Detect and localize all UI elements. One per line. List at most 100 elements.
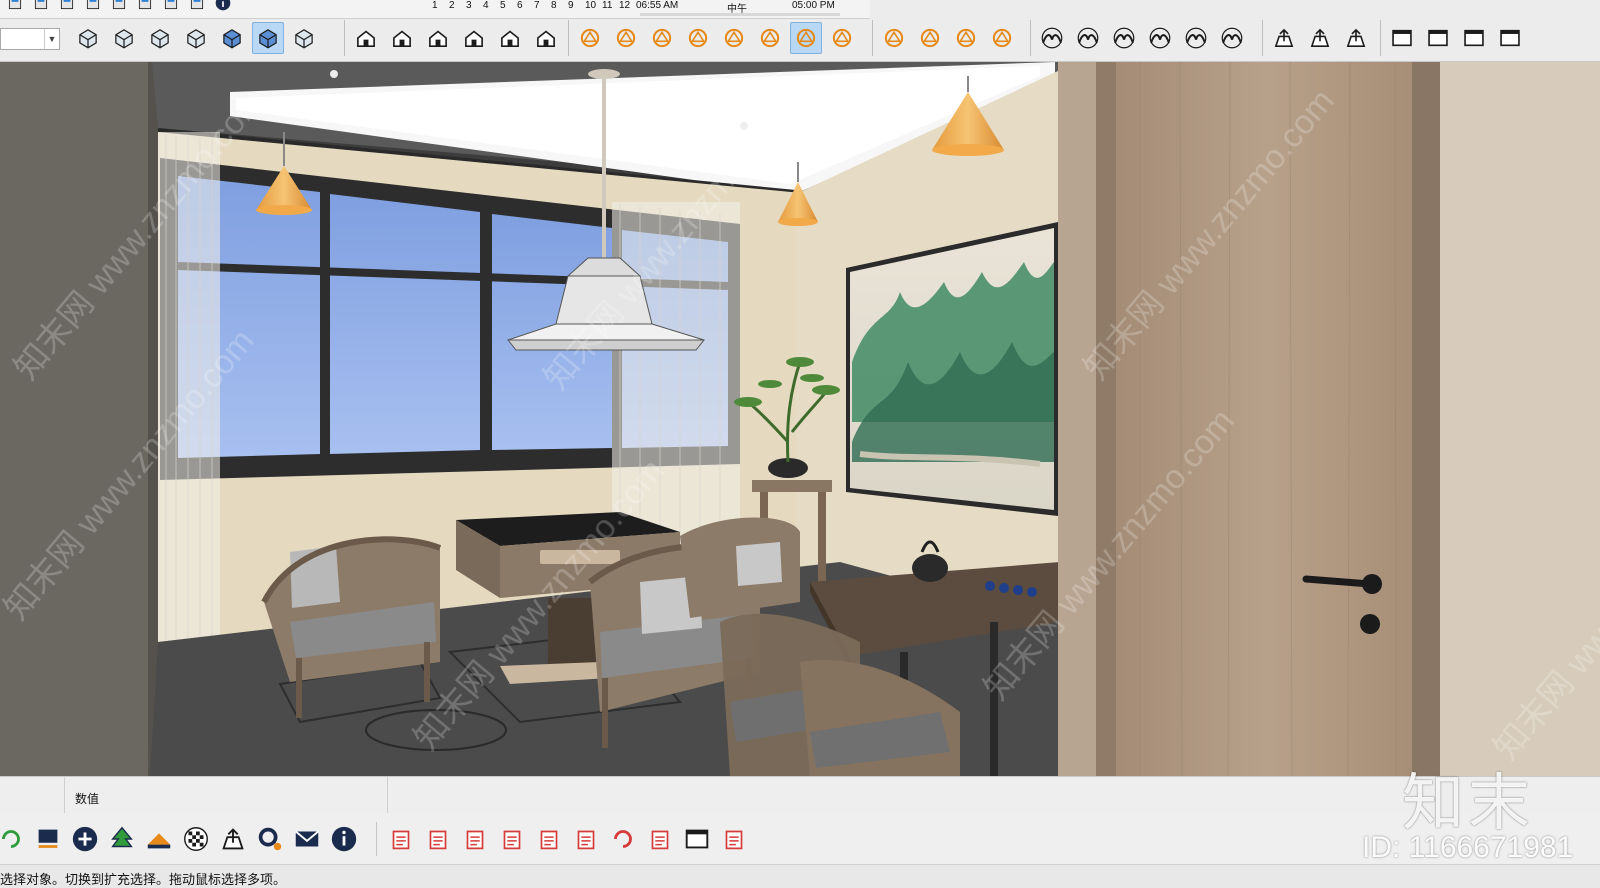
copy-button[interactable] — [56, 0, 78, 14]
scene-number[interactable]: 11 — [602, 0, 612, 12]
left-view-icon — [533, 25, 559, 51]
scene-number[interactable]: 12 — [619, 0, 630, 12]
sandbox-smoove-icon — [1111, 25, 1137, 51]
section-fill-button[interactable] — [986, 22, 1018, 54]
solid-tools-button[interactable] — [790, 22, 822, 54]
document-export-button[interactable] — [680, 822, 714, 856]
scene-number[interactable]: 8 — [551, 0, 557, 12]
scene-number[interactable]: 9 — [568, 0, 574, 12]
layers-button[interactable] — [142, 822, 176, 856]
document-button[interactable] — [643, 822, 677, 856]
downlight — [330, 70, 338, 78]
extension-warehouse-button[interactable] — [1340, 22, 1372, 54]
scene-number[interactable]: 10 — [585, 0, 596, 12]
solid-extra-button[interactable] — [826, 22, 858, 54]
paste-button[interactable] — [82, 0, 104, 14]
xray-button[interactable] — [72, 22, 104, 54]
copy-icon — [58, 0, 76, 12]
sandbox-from-scratch-button[interactable] — [1072, 22, 1104, 54]
time-mid: 中午 — [727, 4, 747, 15]
upload-button[interactable] — [1304, 22, 1336, 54]
sandbox-stamp-button[interactable] — [1144, 22, 1176, 54]
wireframe-button[interactable] — [144, 22, 176, 54]
left-view-button[interactable] — [530, 22, 562, 54]
right-view-button[interactable] — [458, 22, 490, 54]
position-camera-button[interactable] — [878, 22, 910, 54]
extension-toolbar-b — [384, 820, 751, 858]
model-viewport[interactable]: 知末网 www.znzmo.com 知末网 www.znzmo.com 知末网 … — [0, 62, 1600, 776]
pm-refresh-button[interactable] — [606, 822, 640, 856]
top-view-button[interactable] — [386, 22, 418, 54]
light-button[interactable] — [532, 822, 566, 856]
section-cuts-button[interactable] — [950, 22, 982, 54]
measurements-box[interactable]: 数值 — [64, 777, 388, 813]
solid-split-button[interactable] — [754, 22, 786, 54]
shaded-button[interactable] — [216, 22, 248, 54]
checker-icon — [181, 824, 211, 854]
save-button[interactable] — [4, 0, 26, 14]
shadow-time-slider[interactable] — [640, 13, 840, 16]
add-button[interactable] — [68, 822, 102, 856]
layout-button[interactable] — [1422, 22, 1454, 54]
lock-button[interactable] — [1494, 22, 1526, 54]
window-button[interactable] — [1386, 22, 1418, 54]
door-handle — [1302, 575, 1374, 588]
back-edges-button[interactable] — [108, 22, 140, 54]
bottom-toolbar — [0, 814, 1600, 864]
section-plane-button[interactable] — [914, 22, 946, 54]
expand-button[interactable] — [717, 822, 751, 856]
iso-view-button[interactable] — [350, 22, 382, 54]
chevron-down-icon[interactable]: ▼ — [44, 29, 59, 49]
swap-button[interactable] — [31, 822, 65, 856]
redo-button[interactable] — [160, 0, 182, 14]
scene-number[interactable]: 1 — [432, 0, 438, 12]
time-end: 05:00 PM — [792, 0, 835, 11]
window-icon — [1389, 25, 1415, 51]
front-view-button[interactable] — [422, 22, 454, 54]
paste-icon — [84, 0, 102, 12]
shaded-textures-button[interactable] — [252, 22, 284, 54]
xray-icon — [75, 25, 101, 51]
settings-button[interactable] — [253, 822, 287, 856]
scene-number[interactable]: 6 — [517, 0, 523, 12]
scissors-button[interactable] — [30, 0, 52, 14]
erase-button[interactable] — [108, 0, 130, 14]
refresh-button[interactable] — [0, 822, 28, 856]
mail-button[interactable] — [290, 822, 324, 856]
hidden-line-button[interactable] — [180, 22, 212, 54]
tree-button[interactable] — [105, 822, 139, 856]
scene-number[interactable]: 2 — [449, 0, 455, 12]
scene-number[interactable]: 7 — [534, 0, 540, 12]
checker-button[interactable] — [179, 822, 213, 856]
undo-button[interactable] — [134, 0, 156, 14]
monochrome-button[interactable] — [288, 22, 320, 54]
toolbar-separator — [376, 822, 377, 856]
solid-trim-button[interactable] — [718, 22, 750, 54]
info-button[interactable] — [327, 822, 361, 856]
toolbar-separator — [872, 20, 873, 56]
sandbox-from-contours-button[interactable] — [1036, 22, 1068, 54]
scene-number[interactable]: 5 — [500, 0, 506, 12]
solid-subtract-button[interactable] — [682, 22, 714, 54]
palette-button[interactable] — [495, 822, 529, 856]
print-button[interactable] — [186, 0, 208, 14]
sandbox-add-detail-button[interactable] — [1216, 22, 1248, 54]
solid-union-button[interactable] — [646, 22, 678, 54]
scene-number[interactable]: 3 — [466, 0, 472, 12]
back-view-button[interactable] — [494, 22, 526, 54]
sandbox-drape-button[interactable] — [1180, 22, 1212, 54]
sketchup-button[interactable] — [421, 822, 455, 856]
solid-outer-shell-button[interactable] — [574, 22, 606, 54]
import-button[interactable] — [569, 822, 603, 856]
export-button[interactable] — [1458, 22, 1490, 54]
model-info-button[interactable] — [212, 0, 234, 14]
cloud-upload-button[interactable] — [216, 822, 250, 856]
ruby-button[interactable] — [384, 822, 418, 856]
pm-refresh-icon — [608, 824, 638, 854]
sandbox-smoove-button[interactable] — [1108, 22, 1140, 54]
paint-button[interactable] — [458, 822, 492, 856]
layer-select[interactable]: ▼ — [0, 28, 60, 50]
scene-number[interactable]: 4 — [483, 0, 489, 12]
solid-intersect-button[interactable] — [610, 22, 642, 54]
warehouse-button[interactable] — [1268, 22, 1300, 54]
